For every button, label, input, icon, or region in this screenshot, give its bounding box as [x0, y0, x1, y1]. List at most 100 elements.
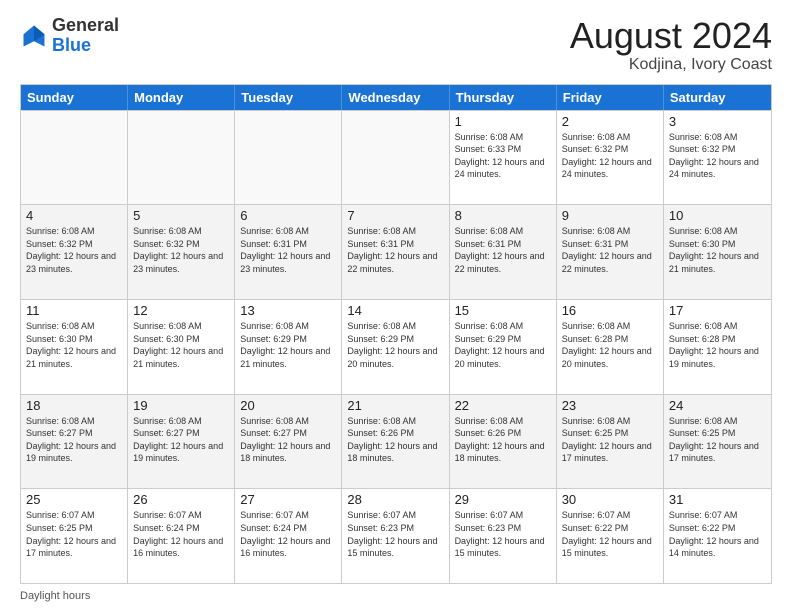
day-info: Sunrise: 6:08 AMSunset: 6:29 PMDaylight:… [240, 320, 336, 370]
day-info: Sunrise: 6:07 AMSunset: 6:22 PMDaylight:… [562, 509, 658, 559]
cal-cell: 14Sunrise: 6:08 AMSunset: 6:29 PMDayligh… [342, 300, 449, 394]
footer: Daylight hours [20, 590, 772, 602]
day-info: Sunrise: 6:07 AMSunset: 6:24 PMDaylight:… [133, 509, 229, 559]
cal-header-cell-saturday: Saturday [664, 85, 771, 110]
month-title: August 2024 [570, 16, 772, 56]
calendar: SundayMondayTuesdayWednesdayThursdayFrid… [20, 84, 772, 584]
day-info: Sunrise: 6:07 AMSunset: 6:23 PMDaylight:… [347, 509, 443, 559]
day-number: 4 [26, 208, 122, 223]
logo-icon [20, 22, 48, 50]
cal-cell: 27Sunrise: 6:07 AMSunset: 6:24 PMDayligh… [235, 489, 342, 583]
cal-cell: 3 Sunrise: 6:08 AMSunset: 6:32 PMDaylight… [664, 111, 771, 205]
day-info: Sunrise: 6:08 AMSunset: 6:27 PMDaylight:… [133, 415, 229, 465]
day-info: Sunrise: 6:08 AMSunset: 6:32 PMDaylight:… [26, 225, 122, 275]
cal-cell: 8 Sunrise: 6:08 AMSunset: 6:31 PMDaylight… [450, 205, 557, 299]
cal-cell: 29Sunrise: 6:07 AMSunset: 6:23 PMDayligh… [450, 489, 557, 583]
calendar-header: SundayMondayTuesdayWednesdayThursdayFrid… [21, 85, 771, 110]
cal-cell [235, 111, 342, 205]
day-info: Sunrise: 6:08 AMSunset: 6:30 PMDaylight:… [669, 225, 766, 275]
logo-text: General Blue [52, 16, 119, 56]
calendar-body: 1 Sunrise: 6:08 AMSunset: 6:33 PMDaylight… [21, 110, 771, 583]
day-info: Sunrise: 6:08 AMSunset: 6:31 PMDaylight:… [347, 225, 443, 275]
cal-cell: 20 Sunrise: 6:08 AMSunset: 6:27 PMDayligh… [235, 395, 342, 489]
cal-cell: 22Sunrise: 6:08 AMSunset: 6:26 PMDayligh… [450, 395, 557, 489]
cal-header-cell-wednesday: Wednesday [342, 85, 449, 110]
day-number: 19 [133, 398, 229, 413]
day-number: 2 [562, 114, 658, 129]
day-number: 20 [240, 398, 336, 413]
cal-cell: 23 Sunrise: 6:08 AMSunset: 6:25 PMDayligh… [557, 395, 664, 489]
cal-row-3: 18 Sunrise: 6:08 AMSunset: 6:27 PMDayligh… [21, 394, 771, 489]
day-info: Sunrise: 6:08 AMSunset: 6:28 PMDaylight:… [562, 320, 658, 370]
day-number: 23 [562, 398, 658, 413]
day-number: 31 [669, 492, 766, 507]
day-number: 26 [133, 492, 229, 507]
day-info: Sunrise: 6:08 AMSunset: 6:27 PMDaylight:… [26, 415, 122, 465]
cal-cell [128, 111, 235, 205]
day-number: 11 [26, 303, 122, 318]
day-info: Sunrise: 6:08 AMSunset: 6:32 PMDaylight:… [133, 225, 229, 275]
title-block: August 2024 Kodjina, Ivory Coast [570, 16, 772, 74]
cal-cell: 9 Sunrise: 6:08 AMSunset: 6:31 PMDaylight… [557, 205, 664, 299]
cal-cell: 10 Sunrise: 6:08 AMSunset: 6:30 PMDayligh… [664, 205, 771, 299]
day-number: 17 [669, 303, 766, 318]
day-number: 14 [347, 303, 443, 318]
cal-cell: 16 Sunrise: 6:08 AMSunset: 6:28 PMDayligh… [557, 300, 664, 394]
cal-cell: 4 Sunrise: 6:08 AMSunset: 6:32 PMDaylight… [21, 205, 128, 299]
day-number: 8 [455, 208, 551, 223]
logo-blue: Blue [52, 35, 91, 55]
cal-cell [342, 111, 449, 205]
cal-header-cell-monday: Monday [128, 85, 235, 110]
day-info: Sunrise: 6:08 AMSunset: 6:31 PMDaylight:… [562, 225, 658, 275]
daylight-label: Daylight hours [20, 590, 90, 602]
cal-cell: 7Sunrise: 6:08 AMSunset: 6:31 PMDaylight… [342, 205, 449, 299]
day-number: 9 [562, 208, 658, 223]
day-number: 27 [240, 492, 336, 507]
cal-cell: 25Sunrise: 6:07 AMSunset: 6:25 PMDayligh… [21, 489, 128, 583]
day-info: Sunrise: 6:08 AMSunset: 6:27 PMDaylight:… [240, 415, 336, 465]
day-number: 10 [669, 208, 766, 223]
day-info: Sunrise: 6:08 AMSunset: 6:26 PMDaylight:… [347, 415, 443, 465]
day-number: 28 [347, 492, 443, 507]
day-number: 21 [347, 398, 443, 413]
cal-cell: 31 Sunrise: 6:07 AMSunset: 6:22 PMDayligh… [664, 489, 771, 583]
cal-header-cell-friday: Friday [557, 85, 664, 110]
day-number: 25 [26, 492, 122, 507]
cal-row-1: 4 Sunrise: 6:08 AMSunset: 6:32 PMDaylight… [21, 204, 771, 299]
day-number: 12 [133, 303, 229, 318]
cal-cell: 24Sunrise: 6:08 AMSunset: 6:25 PMDayligh… [664, 395, 771, 489]
cal-cell: 21 Sunrise: 6:08 AMSunset: 6:26 PMDayligh… [342, 395, 449, 489]
cal-header-cell-thursday: Thursday [450, 85, 557, 110]
cal-cell: 1 Sunrise: 6:08 AMSunset: 6:33 PMDaylight… [450, 111, 557, 205]
logo: General Blue [20, 16, 119, 56]
day-number: 1 [455, 114, 551, 129]
day-info: Sunrise: 6:08 AMSunset: 6:31 PMDaylight:… [455, 225, 551, 275]
day-number: 5 [133, 208, 229, 223]
cal-cell: 13Sunrise: 6:08 AMSunset: 6:29 PMDayligh… [235, 300, 342, 394]
day-info: Sunrise: 6:08 AMSunset: 6:33 PMDaylight:… [455, 131, 551, 181]
day-info: Sunrise: 6:08 AMSunset: 6:30 PMDaylight:… [133, 320, 229, 370]
cal-cell: 28 Sunrise: 6:07 AMSunset: 6:23 PMDayligh… [342, 489, 449, 583]
cal-cell: 5 Sunrise: 6:08 AMSunset: 6:32 PMDaylight… [128, 205, 235, 299]
header: General Blue August 2024 Kodjina, Ivory … [20, 16, 772, 74]
cal-cell: 12 Sunrise: 6:08 AMSunset: 6:30 PMDayligh… [128, 300, 235, 394]
cal-row-4: 25Sunrise: 6:07 AMSunset: 6:25 PMDayligh… [21, 488, 771, 583]
page: General Blue August 2024 Kodjina, Ivory … [0, 0, 792, 612]
day-info: Sunrise: 6:08 AMSunset: 6:30 PMDaylight:… [26, 320, 122, 370]
day-info: Sunrise: 6:08 AMSunset: 6:31 PMDaylight:… [240, 225, 336, 275]
day-info: Sunrise: 6:07 AMSunset: 6:22 PMDaylight:… [669, 509, 766, 559]
day-info: Sunrise: 6:08 AMSunset: 6:28 PMDaylight:… [669, 320, 766, 370]
day-number: 16 [562, 303, 658, 318]
day-info: Sunrise: 6:08 AMSunset: 6:25 PMDaylight:… [562, 415, 658, 465]
day-info: Sunrise: 6:08 AMSunset: 6:32 PMDaylight:… [669, 131, 766, 181]
cal-row-2: 11 Sunrise: 6:08 AMSunset: 6:30 PMDayligh… [21, 299, 771, 394]
cal-cell: 15Sunrise: 6:08 AMSunset: 6:29 PMDayligh… [450, 300, 557, 394]
day-info: Sunrise: 6:08 AMSunset: 6:32 PMDaylight:… [562, 131, 658, 181]
day-number: 18 [26, 398, 122, 413]
cal-cell: 17 Sunrise: 6:08 AMSunset: 6:28 PMDayligh… [664, 300, 771, 394]
day-number: 29 [455, 492, 551, 507]
day-number: 3 [669, 114, 766, 129]
day-info: Sunrise: 6:08 AMSunset: 6:26 PMDaylight:… [455, 415, 551, 465]
day-number: 15 [455, 303, 551, 318]
day-number: 24 [669, 398, 766, 413]
